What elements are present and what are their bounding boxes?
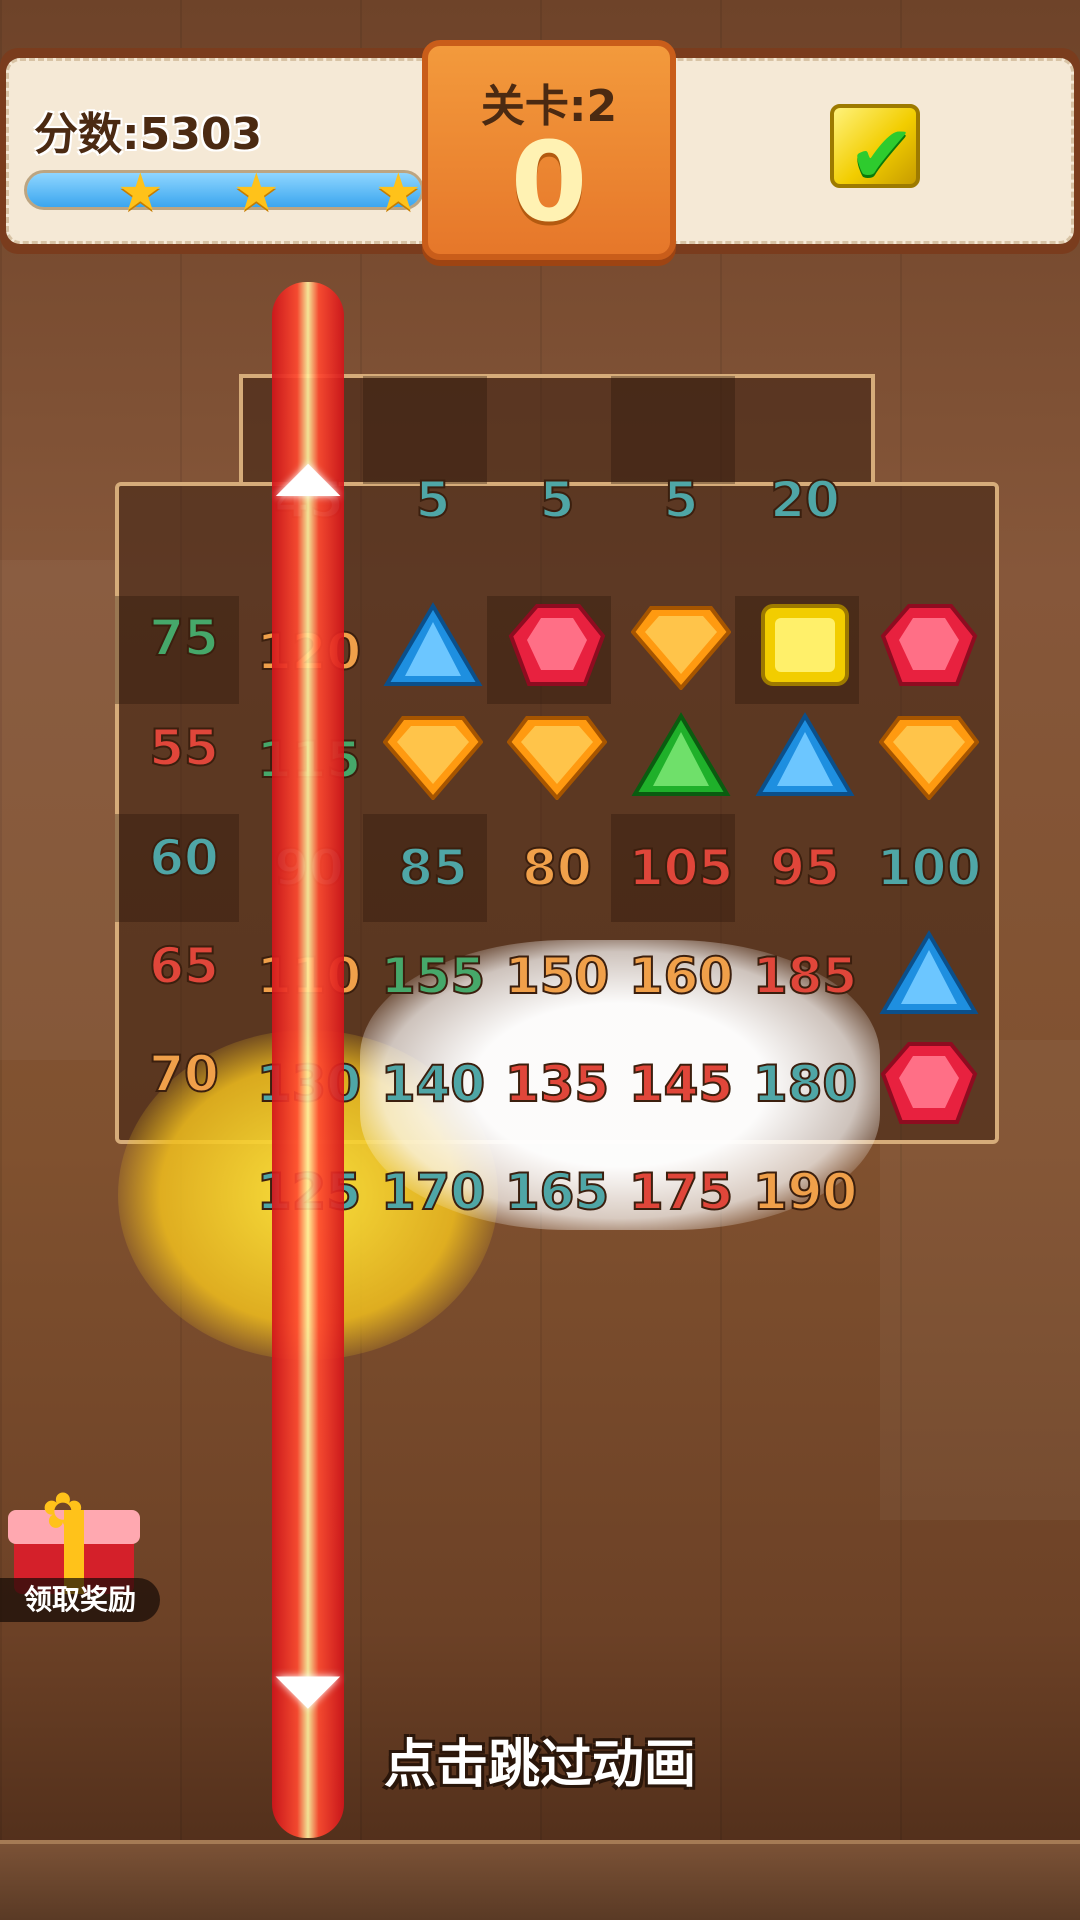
yellow-square-gem-icon[interactable] xyxy=(755,600,855,690)
claim-reward-button[interactable]: 领取奖励 xyxy=(0,1578,160,1622)
cell-score: 185 xyxy=(752,946,858,1006)
cell-score: 100 xyxy=(876,838,982,898)
star-icon: ★ xyxy=(117,163,164,223)
column-target: 5 xyxy=(539,470,576,530)
star-icon: ★ xyxy=(233,163,280,223)
row-score: 75 xyxy=(148,608,220,668)
cell-score: 95 xyxy=(769,838,841,898)
cell-score: 175 xyxy=(628,1162,734,1222)
cell-score: 150 xyxy=(504,946,610,1006)
cell-score: 80 xyxy=(521,838,593,898)
cell-score: 160 xyxy=(628,946,734,1006)
row-score: 55 xyxy=(148,718,220,778)
blue-triangle-gem-icon[interactable] xyxy=(879,928,979,1018)
column-target: 20 xyxy=(769,470,841,530)
row-score: 60 xyxy=(148,828,220,888)
cell-score: 85 xyxy=(397,838,469,898)
progress-fill xyxy=(27,173,421,207)
green-triangle-gem-icon[interactable] xyxy=(631,710,731,800)
orange-diamond-gem-icon[interactable] xyxy=(631,600,731,690)
plank-texture xyxy=(0,560,120,1060)
cell-score: 135 xyxy=(504,1054,610,1114)
cell-score: 140 xyxy=(380,1054,486,1114)
orange-diamond-gem-icon[interactable] xyxy=(383,710,483,800)
score-progress-bar: ★ ★ ★ xyxy=(24,163,424,223)
score-label: 分数:5303 xyxy=(34,109,263,160)
orange-diamond-gem-icon[interactable] xyxy=(879,710,979,800)
cell-score: 145 xyxy=(628,1054,734,1114)
red-gem-icon[interactable] xyxy=(879,1038,979,1128)
skip-animation-prompt[interactable]: 点击跳过动画 xyxy=(0,1722,1080,1797)
bottom-ledge xyxy=(0,1840,1080,1920)
red-gem-icon[interactable] xyxy=(507,600,607,690)
red-gem-icon[interactable] xyxy=(879,600,979,690)
arrow-up-icon: ⏶ xyxy=(272,428,344,533)
cell-score: 165 xyxy=(504,1162,610,1222)
row-score: 65 xyxy=(148,936,220,996)
star-icon: ★ xyxy=(375,163,422,223)
column-target: 5 xyxy=(415,470,452,530)
cell-score: 105 xyxy=(628,838,734,898)
blue-triangle-gem-icon[interactable] xyxy=(755,710,855,800)
gift-icon[interactable]: ✿ xyxy=(4,1482,140,1594)
cell-score: 190 xyxy=(752,1162,858,1222)
cell-score: 170 xyxy=(380,1162,486,1222)
row-score: 70 xyxy=(148,1044,220,1104)
cell-score: 180 xyxy=(752,1054,858,1114)
level-tab: 关卡:2 0 xyxy=(422,40,676,260)
cell-score: 155 xyxy=(380,946,486,1006)
blue-triangle-gem-icon[interactable] xyxy=(383,600,483,690)
gift-bow-icon: ✿ xyxy=(42,1482,84,1540)
orange-diamond-gem-icon[interactable] xyxy=(507,710,607,800)
moves-counter: 0 xyxy=(510,118,588,246)
checkmark-icon: ✔ xyxy=(848,108,916,201)
column-target: 5 xyxy=(663,470,700,530)
